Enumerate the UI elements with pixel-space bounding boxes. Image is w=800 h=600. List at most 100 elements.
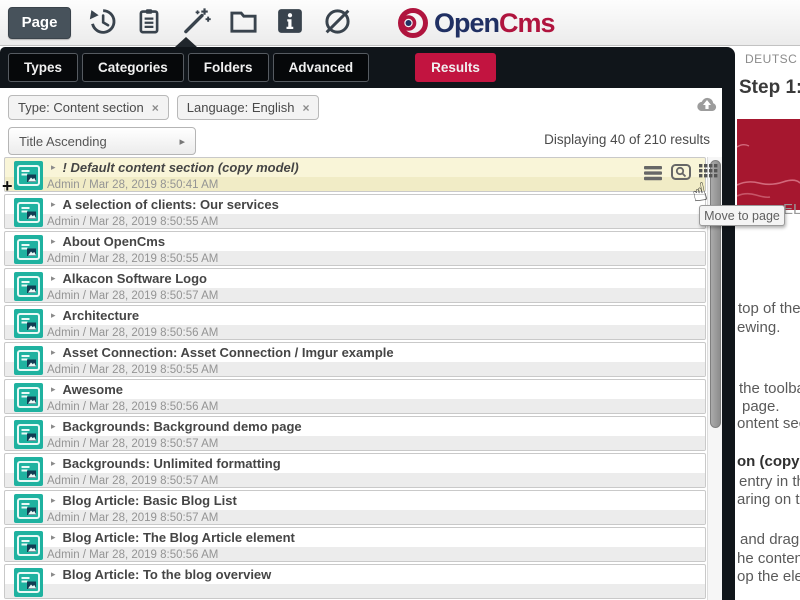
- result-item[interactable]: ▸ Alkacon Software Logo Admin / Mar 28, 20…: [4, 268, 706, 303]
- opencms-logo-icon: [394, 4, 432, 42]
- publish-icon: [322, 6, 353, 40]
- bg-text-fragment: the toolba: [739, 380, 800, 397]
- content-section-icon: [14, 198, 43, 227]
- bg-text-fragment: on (copy n: [737, 453, 800, 470]
- upload-button[interactable]: [694, 93, 720, 119]
- scribble-decoration: [737, 119, 800, 210]
- result-item[interactable]: ▸A selection of clients: Our servicesAdm…: [4, 194, 706, 229]
- tab-types[interactable]: Types: [8, 53, 78, 82]
- item-meta: Admin / Mar 28, 2019 8:50:56 AM: [5, 325, 705, 340]
- result-item[interactable]: ▸ Blog Article: To the blog overview: [4, 564, 706, 599]
- sort-order-label: Title Ascending: [19, 134, 107, 149]
- content-section-icon: [14, 235, 43, 264]
- filter-chip-label: Type: Content section: [18, 100, 144, 115]
- filter-chip[interactable]: Language: English ×: [177, 95, 320, 120]
- item-title: Blog Article: To the blog overview: [63, 567, 272, 582]
- upload-cloud-icon: [695, 94, 719, 116]
- tooltip: Move to page: [699, 205, 785, 226]
- result-item[interactable]: ▸Backgrounds: Background demo pageAdmin …: [4, 416, 706, 451]
- expand-caret-icon[interactable]: ▸: [51, 569, 56, 580]
- item-meta: Admin / Mar 28, 2019 8:50:55 AM: [5, 362, 705, 377]
- copy-model-plus-badge: +: [2, 176, 13, 197]
- result-item[interactable]: ▸ArchitectureAdmin / Mar 28, 2019 8:50:5…: [4, 305, 706, 340]
- info-icon: [275, 6, 305, 39]
- opencms-logo-text: OpenCms: [434, 8, 555, 39]
- language-link[interactable]: DEUTSC: [745, 52, 797, 66]
- screen: DEUTSC Step 1: ALELLtop of theewing.the …: [0, 0, 800, 600]
- filter-chip[interactable]: Type: Content section ×: [8, 95, 169, 120]
- publish-button[interactable]: [320, 6, 354, 40]
- sort-order-button[interactable]: Title Ascending ▸: [8, 127, 196, 155]
- expand-caret-icon[interactable]: ▸: [51, 347, 56, 358]
- chevron-right-icon: ▸: [179, 135, 185, 148]
- item-title: Blog Article: Basic Blog List: [63, 493, 237, 508]
- folder-button[interactable]: [226, 6, 260, 40]
- tab-categories[interactable]: Categories: [82, 53, 184, 82]
- result-item[interactable]: ▸ Blog Article: The Blog Article element A…: [4, 527, 706, 562]
- selection-list-icon[interactable]: [644, 165, 664, 181]
- item-meta: Admin / Mar 28, 2019 8:50:57 AM: [5, 288, 705, 303]
- result-item[interactable]: ▸! Default content section (copy model)A…: [4, 157, 706, 192]
- bg-text-fragment: aring on th: [737, 491, 800, 508]
- expand-caret-icon[interactable]: ▸: [51, 236, 56, 247]
- filter-chip-label: Language: English: [187, 100, 295, 115]
- content-section-icon: [14, 161, 43, 190]
- clipboard-button[interactable]: [132, 6, 166, 40]
- magic-wand-button[interactable]: [179, 6, 213, 40]
- history-button[interactable]: [85, 6, 119, 40]
- result-item[interactable]: ▸ Awesome Admin / Mar 28, 2019 8:50:56 AM: [4, 379, 706, 414]
- remove-filter-icon[interactable]: ×: [302, 101, 309, 115]
- item-title: Awesome: [63, 382, 123, 397]
- bg-red-image: [737, 119, 800, 210]
- item-meta: Admin / Mar 28, 2019 8:50:56 AM: [5, 547, 705, 562]
- expand-caret-icon[interactable]: ▸: [51, 421, 56, 432]
- result-item[interactable]: ▸About OpenCmsAdmin / Mar 28, 2019 8:50:…: [4, 231, 706, 266]
- expand-caret-icon[interactable]: ▸: [51, 495, 56, 506]
- bg-text-fragment: ELL: [783, 201, 800, 218]
- remove-filter-icon[interactable]: ×: [152, 101, 159, 115]
- bg-text-fragment: op the eler: [737, 568, 800, 585]
- tab-results[interactable]: Results: [415, 53, 496, 82]
- info-button[interactable]: [273, 6, 307, 40]
- bg-text-fragment: he conten: [737, 550, 800, 567]
- expand-caret-icon[interactable]: ▸: [51, 199, 56, 210]
- content-section-icon: [14, 457, 43, 486]
- content-section-icon: [14, 568, 43, 597]
- bg-text-fragment: ontent sec: [737, 415, 800, 432]
- content-section-icon: [14, 346, 43, 375]
- expand-caret-icon[interactable]: ▸: [51, 532, 56, 543]
- item-title: Blog Article: The Blog Article element: [63, 530, 295, 545]
- preview-icon[interactable]: [671, 164, 692, 181]
- expand-caret-icon[interactable]: ▸: [51, 273, 56, 284]
- tab-advanced[interactable]: Advanced: [273, 53, 370, 82]
- expand-caret-icon[interactable]: ▸: [51, 384, 56, 395]
- bg-text-fragment: and drag: [740, 531, 799, 548]
- filter-chips-row: Type: Content section × Language: English ×: [0, 88, 722, 125]
- expand-caret-icon[interactable]: ▸: [51, 458, 56, 469]
- content-section-icon: [14, 494, 43, 523]
- item-meta: [5, 584, 705, 599]
- result-item[interactable]: ▸Backgrounds: Unlimited formattingAdmin …: [4, 453, 706, 488]
- dialog-pointer-notch: [175, 37, 197, 47]
- page-button[interactable]: Page: [8, 7, 71, 39]
- item-title: Backgrounds: Background demo page: [63, 419, 302, 434]
- bg-text-fragment: top of the: [738, 300, 800, 317]
- scrollbar-thumb[interactable]: [710, 160, 721, 428]
- bg-text-fragment: page.: [742, 398, 780, 415]
- result-item[interactable]: ▸Asset Connection: Asset Connection / Im…: [4, 342, 706, 377]
- tab-folders[interactable]: Folders: [188, 53, 269, 82]
- item-title: About OpenCms: [63, 234, 166, 249]
- step-heading: Step 1:: [739, 77, 800, 99]
- content-section-icon: [14, 420, 43, 449]
- item-title: Backgrounds: Unlimited formatting: [63, 456, 281, 471]
- toolbar-icons: [85, 6, 354, 40]
- expand-caret-icon[interactable]: ▸: [51, 162, 56, 173]
- dialog-body: Type: Content section × Language: English ×…: [0, 88, 722, 600]
- content-section-icon: [14, 309, 43, 338]
- item-title: Alkacon Software Logo: [63, 271, 207, 286]
- item-meta: Admin / Mar 28, 2019 8:50:56 AM: [5, 399, 705, 414]
- expand-caret-icon[interactable]: ▸: [51, 310, 56, 321]
- result-item[interactable]: ▸Blog Article: Basic Blog ListAdmin / Ma…: [4, 490, 706, 525]
- history-icon: [87, 6, 118, 40]
- dialog-tab-bar: TypesCategoriesFoldersAdvanced Results: [0, 47, 735, 88]
